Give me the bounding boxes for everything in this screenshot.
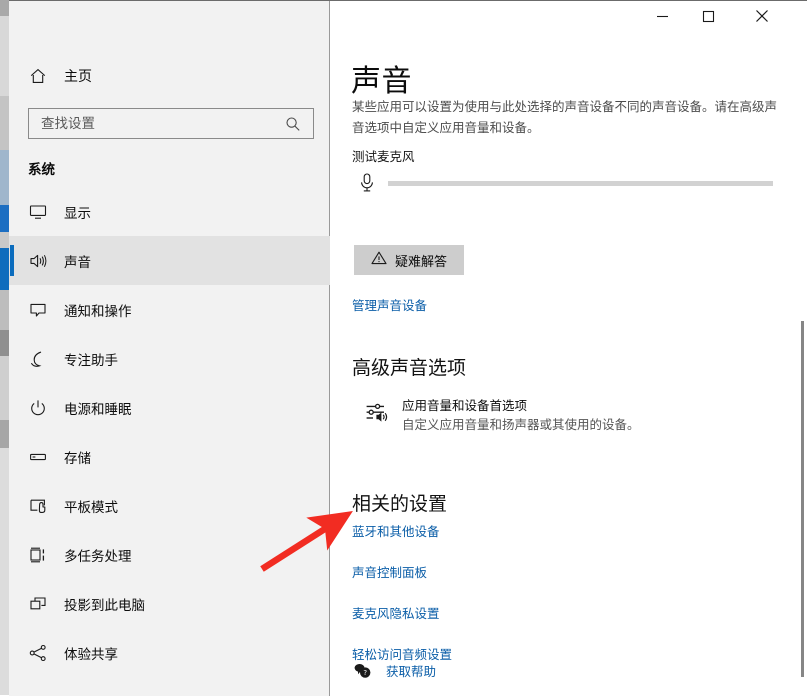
chat-bubble-icon — [18, 300, 58, 320]
maximize-icon — [702, 10, 715, 23]
sidebar-item-storage[interactable]: 存储 — [9, 432, 330, 481]
warning-triangle-icon — [371, 250, 387, 270]
search-icon[interactable] — [273, 116, 313, 132]
related-link-bluetooth[interactable]: 蓝牙和其他设备 — [352, 521, 752, 540]
sidebar-item-tablet-mode[interactable]: 平板模式 — [9, 481, 330, 530]
maximize-button[interactable] — [685, 1, 731, 31]
speaker-icon — [18, 251, 58, 271]
help-bubble-icon: ? — [352, 661, 372, 680]
sidebar-item-power-sleep[interactable]: 电源和睡眠 — [9, 383, 330, 432]
search-input[interactable] — [29, 109, 273, 138]
search-box[interactable] — [28, 108, 314, 139]
related-link-microphone-privacy[interactable]: 麦克风隐私设置 — [352, 603, 752, 622]
page-description: 某些应用可以设置为使用与此处选择的声音设备不同的声音设备。请在高级声音选项中自定… — [352, 96, 788, 138]
sidebar-item-multitasking[interactable]: 多任务处理 — [9, 530, 330, 579]
advanced-options-heading: 高级声音选项 — [352, 353, 466, 380]
moon-icon — [18, 349, 58, 369]
sidebar-item-label: 平板模式 — [64, 496, 118, 516]
related-link-sound-control-panel[interactable]: 声音控制面板 — [352, 562, 752, 581]
sidebar-item-label: 存储 — [64, 447, 91, 467]
mic-level-track — [388, 181, 773, 186]
content-scrollbar[interactable] — [801, 321, 804, 677]
sidebar-item-label: 显示 — [64, 202, 91, 222]
navigation-pane: 主页 系统 显示 — [9, 1, 330, 696]
mic-test-label: 测试麦克风 — [352, 146, 415, 165]
get-help-label: 获取帮助 — [386, 661, 436, 680]
storage-icon — [18, 447, 58, 467]
minimize-button[interactable] — [639, 1, 685, 31]
settings-window: 设置 主页 — [9, 0, 807, 695]
get-help-link[interactable]: ? 获取帮助 — [352, 653, 752, 687]
sidebar-item-label: 投影到此电脑 — [64, 594, 145, 614]
sidebar-item-focus-assist[interactable]: 专注助手 — [9, 334, 330, 383]
volume-mixer-icon — [364, 397, 400, 426]
sidebar-item-label: 体验共享 — [64, 643, 118, 663]
footer-links: ? 获取帮助 提供反馈 — [352, 653, 752, 696]
microphone-icon — [352, 172, 382, 194]
multitask-icon — [18, 545, 58, 565]
minimize-icon — [656, 10, 669, 23]
sidebar-item-home[interactable]: 主页 — [9, 59, 330, 93]
manage-sound-devices-link[interactable]: 管理声音设备 — [352, 295, 427, 314]
sidebar-home-label: 主页 — [64, 66, 92, 86]
page-title: 声音 — [351, 56, 412, 100]
app-volume-text-group: 应用音量和设备首选项 自定义应用音量和扬声器或其使用的设备。 — [402, 397, 640, 434]
sidebar-item-label: 多任务处理 — [64, 545, 132, 565]
close-button[interactable] — [739, 1, 785, 31]
sidebar-item-display[interactable]: 显示 — [9, 187, 330, 236]
troubleshoot-label: 疑难解答 — [395, 251, 447, 270]
sidebar-item-label: 专注助手 — [64, 349, 118, 369]
share-icon — [18, 643, 58, 663]
desktop-background-strip — [0, 0, 9, 695]
monitor-icon — [18, 202, 58, 222]
sidebar-item-notifications[interactable]: 通知和操作 — [9, 285, 330, 334]
sidebar-item-label: 通知和操作 — [64, 300, 132, 320]
sidebar-item-project-to-pc[interactable]: 投影到此电脑 — [9, 579, 330, 628]
app-volume-subtitle: 自定义应用音量和扬声器或其使用的设备。 — [402, 415, 640, 434]
home-icon — [18, 66, 58, 86]
app-volume-title: 应用音量和设备首选项 — [402, 397, 640, 415]
sidebar-item-label: 电源和睡眠 — [64, 398, 132, 418]
project-icon — [18, 594, 58, 614]
sidebar-item-label: 声音 — [64, 251, 91, 271]
sidebar-item-sound[interactable]: 声音 — [9, 236, 330, 285]
troubleshoot-button[interactable]: 疑难解答 — [354, 245, 464, 275]
svg-text:?: ? — [363, 669, 367, 677]
sidebar-section-title: 系统 — [28, 158, 55, 178]
content-pane: 声音 某些应用可以设置为使用与此处选择的声音设备不同的声音设备。请在高级声音选项… — [331, 45, 807, 696]
power-icon — [18, 398, 58, 418]
app-volume-preferences-item[interactable]: 应用音量和设备首选项 自定义应用音量和扬声器或其使用的设备。 — [364, 397, 784, 434]
related-settings-heading: 相关的设置 — [352, 489, 447, 516]
close-icon — [755, 9, 769, 23]
tablet-icon — [18, 496, 58, 516]
sidebar-item-shared-experiences[interactable]: 体验共享 — [9, 628, 330, 677]
sidebar-item-list: 显示 声音 — [9, 187, 330, 677]
selection-indicator — [10, 245, 14, 276]
mic-level-meter — [352, 169, 792, 197]
